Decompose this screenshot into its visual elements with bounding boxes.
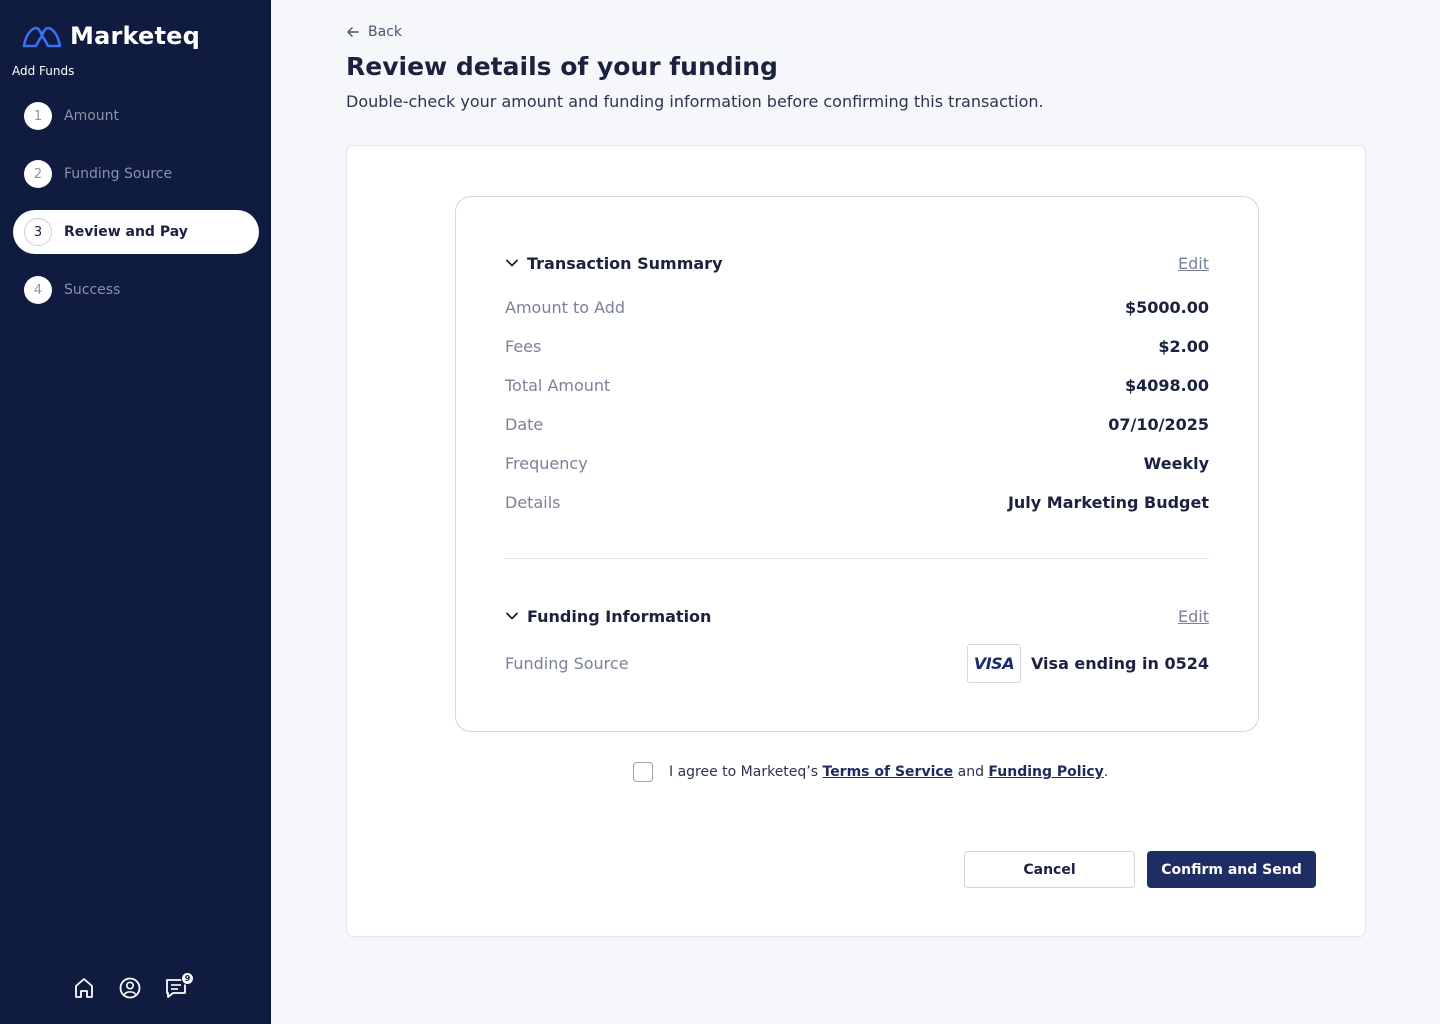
notification-badge: 9 xyxy=(181,972,194,985)
transaction-summary-toggle[interactable]: Transaction Summary xyxy=(505,254,723,273)
summary-row: Frequency Weekly xyxy=(505,451,1209,475)
flow-title: Add Funds xyxy=(12,64,75,78)
row-value: $5000.00 xyxy=(1124,297,1209,317)
cancel-button[interactable]: Cancel xyxy=(964,851,1135,888)
step-number: 2 xyxy=(24,160,52,188)
page-title: Review details of your funding xyxy=(346,52,778,81)
back-label: Back xyxy=(368,24,402,40)
section-title: Funding Information xyxy=(527,606,712,626)
brand-name: Marketeq xyxy=(70,22,201,50)
funding-source-value: VISA Visa ending in 0524 xyxy=(966,643,1209,683)
step-funding-source[interactable]: 2 Funding Source xyxy=(13,152,259,196)
chevron-down-icon xyxy=(506,259,518,267)
row-label: Fees xyxy=(505,336,542,356)
step-review-and-pay[interactable]: 3 Review and Pay xyxy=(13,210,259,254)
logo[interactable]: Marketeq xyxy=(22,20,200,52)
messages-icon[interactable]: 9 xyxy=(164,972,194,1002)
summary-row: Fees $2.00 xyxy=(505,334,1209,358)
agreement-text: I agree to Marketeq’s Terms of Service a… xyxy=(669,764,1108,780)
step-label: Success xyxy=(64,282,121,298)
logo-icon xyxy=(22,26,62,48)
back-link[interactable]: Back xyxy=(346,24,402,40)
step-number: 4 xyxy=(24,276,52,304)
row-label: Funding Source xyxy=(505,653,629,673)
row-value: July Marketing Budget xyxy=(1007,492,1209,512)
row-value: $2.00 xyxy=(1158,336,1209,356)
edit-funding-link[interactable]: Edit xyxy=(1178,607,1209,626)
agreement-and: and xyxy=(953,764,989,780)
sidebar: Marketeq Add Funds 1 Amount 2 Funding So… xyxy=(0,0,271,1024)
row-label: Amount to Add xyxy=(505,297,626,317)
row-label: Details xyxy=(505,492,561,512)
funding-source-row: Funding Source VISA Visa ending in 0524 xyxy=(505,643,1209,683)
step-number: 3 xyxy=(24,218,52,246)
terms-of-service-link[interactable]: Terms of Service xyxy=(823,764,954,780)
agreement-suffix: . xyxy=(1103,764,1109,780)
home-icon[interactable] xyxy=(72,974,96,1002)
arrow-left-icon xyxy=(347,27,359,37)
row-value: Weekly xyxy=(1143,453,1209,473)
chevron-down-icon xyxy=(506,612,518,620)
summary-row: Details July Marketing Budget xyxy=(505,490,1209,514)
funding-information-toggle[interactable]: Funding Information xyxy=(505,607,711,626)
agree-checkbox[interactable] xyxy=(633,762,653,782)
row-value: 07/10/2025 xyxy=(1108,414,1209,434)
transaction-summary-header: Transaction Summary Edit xyxy=(505,251,1209,275)
agreement: I agree to Marketeq’s Terms of Service a… xyxy=(633,762,1108,782)
page-subtitle: Double-check your amount and funding inf… xyxy=(346,92,1044,111)
step-number: 1 xyxy=(24,102,52,130)
summary-row: Date 07/10/2025 xyxy=(505,412,1209,436)
card-description: Visa ending in 0524 xyxy=(1030,653,1209,673)
section-title: Transaction Summary xyxy=(527,253,723,273)
visa-card-icon: VISA xyxy=(966,643,1021,683)
summary-row: Amount to Add $5000.00 xyxy=(505,295,1209,319)
section-divider xyxy=(505,558,1209,559)
step-label: Funding Source xyxy=(64,166,173,182)
profile-icon[interactable] xyxy=(118,974,142,1002)
summary-row: Total Amount $4098.00 xyxy=(505,373,1209,397)
row-label: Date xyxy=(505,414,544,434)
row-label: Total Amount xyxy=(505,375,611,395)
summary-panel: Transaction Summary Edit Amount to Add $… xyxy=(455,196,1259,732)
bottom-nav: 9 xyxy=(72,972,194,1002)
step-label: Amount xyxy=(64,108,120,124)
step-label: Review and Pay xyxy=(64,224,188,240)
review-card: Transaction Summary Edit Amount to Add $… xyxy=(346,145,1366,937)
confirm-and-send-button[interactable]: Confirm and Send xyxy=(1147,851,1316,888)
row-label: Frequency xyxy=(505,453,588,473)
step-success[interactable]: 4 Success xyxy=(13,268,259,312)
stepper: 1 Amount 2 Funding Source 3 Review and P… xyxy=(13,94,259,326)
funding-information-header: Funding Information Edit xyxy=(505,604,1209,628)
edit-transaction-link[interactable]: Edit xyxy=(1178,254,1209,273)
agreement-prefix: I agree to Marketeq’s xyxy=(669,764,823,780)
step-amount[interactable]: 1 Amount xyxy=(13,94,259,138)
row-value: $4098.00 xyxy=(1124,375,1209,395)
funding-policy-link[interactable]: Funding Policy xyxy=(988,764,1103,780)
